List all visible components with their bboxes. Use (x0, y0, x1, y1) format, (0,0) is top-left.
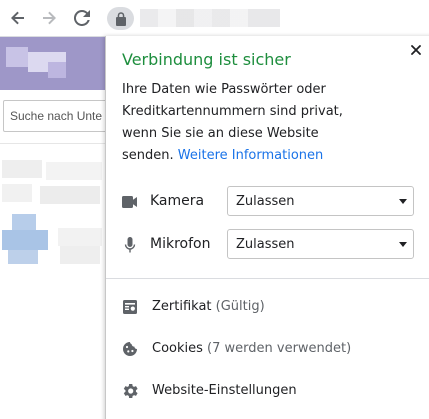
back-arrow-icon[interactable] (6, 6, 30, 30)
cookies-label: Cookies (152, 341, 203, 356)
blurred-text (58, 228, 102, 246)
microphone-permission-select[interactable]: Zulassen (227, 229, 414, 259)
blurred-image (2, 230, 48, 250)
permission-label: Kamera (150, 193, 205, 209)
blurred-text (60, 246, 100, 264)
popup-description: Ihre Daten wie Passwörter oder Kreditkar… (122, 79, 372, 167)
browser-window: Suche nach Unte Verbindung ist sicher Ih… (0, 0, 429, 419)
microphone-icon (122, 237, 138, 253)
popup-divider (106, 278, 429, 279)
select-value: Zulassen (236, 194, 295, 209)
select-value: Zulassen (236, 237, 295, 252)
menu-label: Zertifikat (Gültig) (152, 299, 265, 314)
close-icon[interactable] (408, 42, 424, 58)
permission-row-camera: Kamera Zulassen (106, 186, 429, 218)
permission-row-microphone: Mikrofon Zulassen (106, 229, 429, 261)
lock-icon[interactable] (107, 7, 134, 30)
gear-icon (122, 383, 138, 399)
certificate-menu-item[interactable]: Zertifikat (Gültig) (106, 290, 429, 324)
menu-label: Cookies (7 werden verwendet) (152, 341, 351, 356)
browser-toolbar (0, 0, 429, 37)
banner-logo-blurred (48, 62, 66, 78)
camera-permission-select[interactable]: Zulassen (227, 186, 414, 216)
blurred-image (8, 250, 38, 264)
more-info-link[interactable]: Weitere Informationen (178, 148, 323, 163)
popup-title: Verbindung ist sicher (122, 50, 291, 69)
cookies-count: (7 werden verwendet) (207, 341, 352, 356)
banner-logo-blurred (6, 47, 28, 67)
cookies-menu-item[interactable]: Cookies (7 werden verwendet) (106, 332, 429, 366)
blurred-text (2, 160, 42, 178)
permission-label: Mikrofon (150, 236, 211, 252)
url-text-blurred[interactable] (140, 9, 280, 27)
page-divider (0, 143, 105, 144)
site-info-popup: Verbindung ist sicher Ihre Daten wie Pas… (105, 36, 429, 419)
camera-icon (122, 194, 138, 210)
site-settings-label: Website-Einstellungen (152, 383, 297, 398)
blurred-text (40, 186, 100, 204)
forward-arrow-icon[interactable] (37, 6, 61, 30)
reload-icon[interactable] (70, 6, 94, 30)
certificate-status: (Gültig) (215, 299, 265, 314)
blurred-text (2, 184, 32, 202)
dropdown-arrow-icon (399, 242, 407, 247)
blurred-text (46, 162, 102, 180)
certificate-icon (122, 299, 138, 315)
cookie-icon (122, 341, 138, 357)
certificate-label: Zertifikat (152, 299, 212, 314)
dropdown-arrow-icon (399, 199, 407, 204)
site-settings-menu-item[interactable]: Website-Einstellungen (106, 374, 429, 408)
